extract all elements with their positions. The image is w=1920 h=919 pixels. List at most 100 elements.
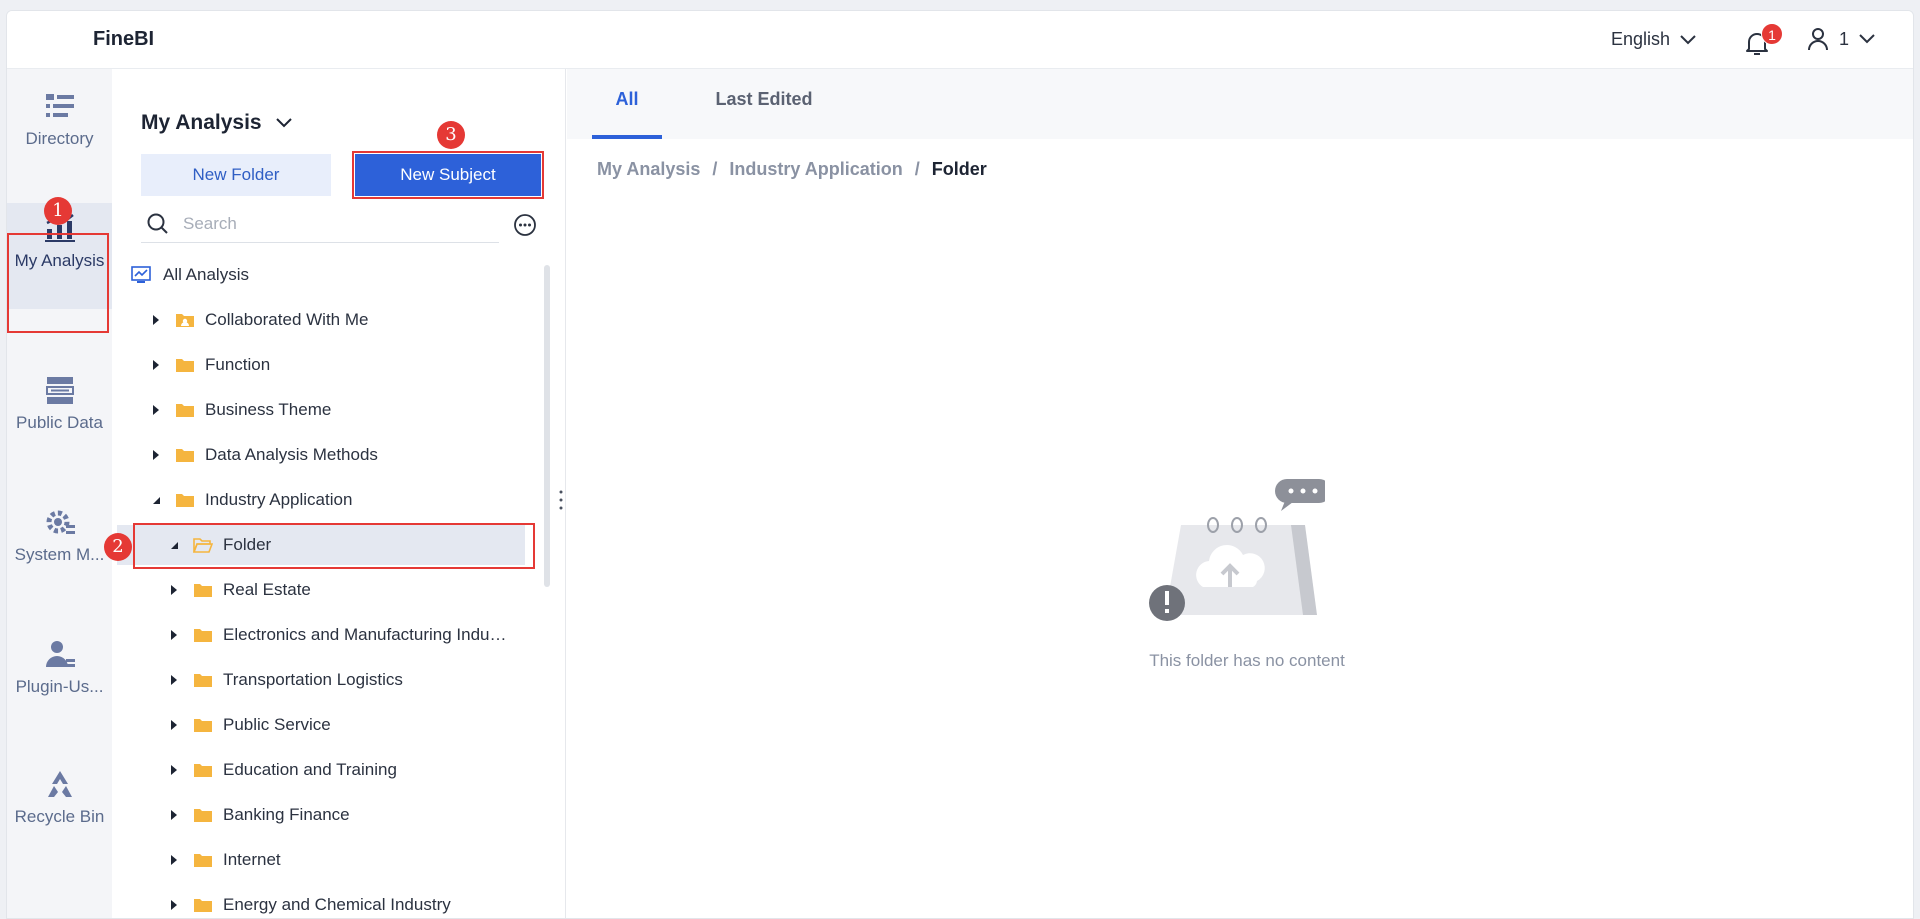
tab-last-edited[interactable]: Last Edited	[709, 69, 819, 139]
breadcrumb-item[interactable]: My Analysis	[597, 159, 700, 180]
tree-scrollbar[interactable]	[544, 265, 550, 587]
nav-item-label: My Analysis	[14, 251, 105, 270]
tab-bar: All Last Edited	[567, 69, 1913, 139]
more-options-icon[interactable]	[513, 213, 537, 237]
new-folder-button[interactable]: New Folder	[141, 154, 331, 196]
folder-icon	[194, 629, 212, 642]
tree-item-label: Education and Training	[223, 760, 397, 779]
folder-icon	[194, 674, 212, 687]
nav-item-recycle-bin[interactable]: Recycle Bin	[7, 769, 112, 865]
caret-right-icon[interactable]	[169, 899, 179, 911]
folder-icon	[194, 854, 212, 867]
panel-title: My Analysis	[141, 111, 262, 134]
tree-item-label: Internet	[223, 850, 281, 869]
breadcrumb-separator: /	[914, 159, 920, 179]
tree-item-label: Real Estate	[223, 580, 311, 599]
caret-right-icon[interactable]	[169, 674, 179, 686]
caret-right-icon[interactable]	[169, 719, 179, 731]
directory-panel: My Analysis New Folder New Subject 3 Sea…	[104, 69, 566, 918]
breadcrumb-current: Folder	[931, 159, 987, 179]
step-marker-2: 2	[104, 533, 132, 561]
user-menu[interactable]: 1	[1807, 27, 1875, 51]
chevron-down-icon	[1680, 34, 1696, 44]
recycle-icon	[47, 771, 72, 797]
folder-icon	[194, 764, 212, 777]
tree-item[interactable]: Education and Training	[131, 750, 531, 790]
caret-right-icon[interactable]	[151, 359, 161, 371]
user-name: 1	[1839, 28, 1850, 49]
new-subject-button[interactable]: New Subject	[355, 154, 541, 196]
nav-item-plugin-usage[interactable]: Plugin-Us...	[7, 639, 112, 735]
empty-state-message: This folder has no content	[1149, 651, 1345, 670]
directory-icon	[45, 94, 74, 117]
tree-item[interactable]: Energy and Chemical Industry	[131, 885, 531, 918]
language-selector[interactable]: English	[1611, 29, 1696, 50]
top-bar: FineBI English 1 1	[7, 11, 1913, 69]
tree-item[interactable]: Function	[131, 345, 531, 385]
user-icon	[1808, 28, 1828, 51]
main-content: All Last Edited My Analysis / Industry A…	[567, 69, 1913, 918]
folder-icon	[194, 809, 212, 822]
nav-item-label: Directory	[25, 129, 94, 148]
breadcrumb-separator: /	[712, 159, 718, 179]
caret-right-icon[interactable]	[151, 449, 161, 461]
folder-icon	[194, 584, 212, 597]
nav-item-label: Public Data	[16, 413, 103, 432]
breadcrumb: My Analysis / Industry Application / Fol…	[597, 159, 987, 180]
caret-expanded-icon[interactable]	[151, 494, 161, 506]
folder-icon	[176, 449, 194, 462]
caret-expanded-icon[interactable]	[169, 539, 179, 551]
caret-right-icon[interactable]	[151, 404, 161, 416]
notification-badge: 1	[1761, 23, 1783, 45]
folder-icon	[176, 404, 194, 417]
tree-item[interactable]: Public Service	[131, 705, 531, 745]
tree-item-label: Electronics and Manufacturing Industry	[223, 625, 513, 644]
empty-folder-illustration	[1149, 479, 1325, 621]
caret-right-icon[interactable]	[151, 314, 161, 326]
tree-item-label: Data Analysis Methods	[205, 445, 378, 464]
tree-item[interactable]: Real Estate	[131, 570, 531, 610]
caret-right-icon[interactable]	[169, 629, 179, 641]
nav-item-public-data[interactable]: Public Data	[7, 375, 112, 471]
notification-button[interactable]: 1	[1737, 23, 1783, 59]
tree-item[interactable]: Data Analysis Methods	[131, 435, 531, 475]
tree-item[interactable]: Business Theme	[131, 390, 531, 430]
app-logo: FineBI	[93, 28, 155, 50]
search-box	[141, 205, 499, 243]
app-window: FineBI English 1 1 Directory My Analysis…	[6, 10, 1914, 919]
tree-item[interactable]: Banking Finance	[131, 795, 531, 835]
search-input[interactable]	[183, 213, 483, 234]
tree-item-selected[interactable]: Folder	[117, 525, 525, 565]
tree-item-label: Banking Finance	[223, 805, 350, 824]
shared-folder-icon	[176, 314, 194, 327]
tree-item-label: Industry Application	[205, 490, 353, 509]
tree-item-all-analysis[interactable]: All Analysis	[131, 255, 531, 295]
caret-right-icon[interactable]	[169, 854, 179, 866]
tree-item[interactable]: Collaborated With Me	[131, 300, 531, 340]
user-settings-icon	[45, 641, 75, 667]
nav-item-label: Recycle Bin	[14, 807, 105, 826]
caret-right-icon[interactable]	[169, 764, 179, 776]
caret-right-icon[interactable]	[169, 809, 179, 821]
nav-item-system-management[interactable]: System M...	[7, 507, 112, 603]
tree-item[interactable]: Industry Application	[131, 480, 531, 520]
tree-item[interactable]: Electronics and Manufacturing Industry	[131, 615, 531, 655]
language-label: English	[1611, 29, 1671, 49]
folder-icon	[176, 494, 194, 507]
tab-all[interactable]: All	[592, 69, 662, 139]
nav-item-directory[interactable]: Directory	[7, 91, 112, 187]
tree-item[interactable]: Transportation Logistics	[131, 660, 531, 700]
tree-item-label: Energy and Chemical Industry	[223, 895, 451, 914]
tree-item-label: Folder	[223, 535, 272, 554]
nav-item-label: Plugin-Us...	[15, 677, 104, 696]
tree-item[interactable]: Internet	[131, 840, 531, 880]
breadcrumb-item[interactable]: Industry Application	[729, 159, 902, 180]
tree-item-label: Business Theme	[205, 400, 332, 419]
chevron-down-icon	[1859, 34, 1875, 44]
tree-item-label: Public Service	[223, 715, 331, 734]
search-icon	[147, 213, 168, 234]
open-folder-icon	[193, 538, 213, 553]
step-marker-1: 1	[44, 197, 72, 225]
caret-right-icon[interactable]	[169, 584, 179, 596]
panel-title-dropdown[interactable]: My Analysis	[141, 111, 292, 135]
